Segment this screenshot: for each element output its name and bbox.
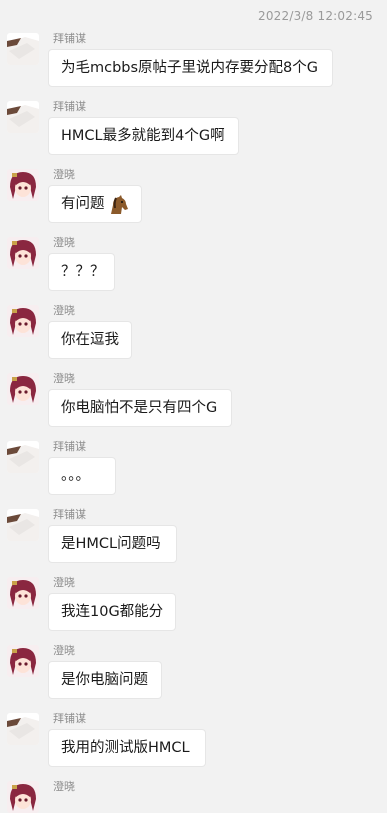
message-list[interactable]: 拜铺谋 为毛mcbbs原帖子里说内存要分配8个G 拜铺谋 HMCL最多就能到4个…: [0, 0, 387, 813]
message-text: 。。。: [61, 468, 90, 484]
message-bubble[interactable]: ？？？: [48, 253, 115, 291]
message-bubble[interactable]: 你电脑怕不是只有四个G: [48, 389, 232, 427]
anime-avatar[interactable]: [7, 237, 39, 269]
white-avatar[interactable]: [7, 713, 39, 745]
message-text: HMCL最多就能到4个G啊: [61, 128, 225, 144]
message-bubble[interactable]: 有问题: [48, 185, 142, 223]
message-bubble[interactable]: 我连10G都能分: [48, 593, 176, 631]
white-avatar[interactable]: [7, 509, 39, 541]
message-text: 你电脑怕不是只有四个G: [61, 400, 218, 416]
sender-name: 澄晓: [53, 644, 75, 657]
white-avatar[interactable]: [7, 441, 39, 473]
sender-name: 澄晓: [53, 372, 75, 385]
message-text: 你在逗我: [61, 332, 119, 348]
message-text: 我用的测试版HMCL: [61, 740, 190, 756]
anime-avatar[interactable]: [7, 305, 39, 337]
message-bubble[interactable]: 我用的测试版HMCL: [48, 729, 206, 767]
white-avatar[interactable]: [7, 33, 39, 65]
message-bubble[interactable]: HMCL最多就能到4个G啊: [48, 117, 239, 155]
message-bubble[interactable]: 你在逗我: [48, 321, 132, 359]
sender-name: 拜铺谋: [53, 508, 86, 521]
message-bubble[interactable]: 。。。: [48, 457, 116, 495]
message-bubble[interactable]: 为毛mcbbs原帖子里说内存要分配8个G: [48, 49, 333, 87]
sender-name: 澄晓: [53, 236, 75, 249]
sender-name: 拜铺谋: [53, 32, 86, 45]
message-text: ？？？: [61, 264, 105, 280]
sender-name: 澄晓: [53, 576, 75, 589]
sender-name: 澄晓: [53, 168, 75, 181]
anime-avatar[interactable]: [7, 169, 39, 201]
message-bubble[interactable]: 是你电脑问题: [48, 661, 162, 699]
white-avatar[interactable]: [7, 101, 39, 133]
anime-avatar[interactable]: [7, 577, 39, 609]
message-bubble[interactable]: 是HMCL问题吗: [48, 525, 177, 563]
anime-avatar[interactable]: [7, 645, 39, 677]
horse-emoji-icon: [107, 193, 129, 215]
sender-name: 拜铺谋: [53, 440, 86, 453]
sender-name: 澄晓: [53, 304, 75, 317]
message-text: 为毛mcbbs原帖子里说内存要分配8个G: [61, 60, 319, 76]
message-text: 是你电脑问题: [61, 672, 148, 688]
anime-avatar[interactable]: [7, 373, 39, 405]
sender-name: 拜铺谋: [53, 712, 86, 725]
anime-avatar[interactable]: [7, 781, 39, 813]
message-text: 是HMCL问题吗: [61, 536, 161, 552]
sender-name: 拜铺谋: [53, 100, 86, 113]
message-text: 有问题: [61, 196, 105, 212]
message-text: 我连10G都能分: [61, 604, 164, 620]
sender-name: 澄晓: [53, 780, 75, 793]
